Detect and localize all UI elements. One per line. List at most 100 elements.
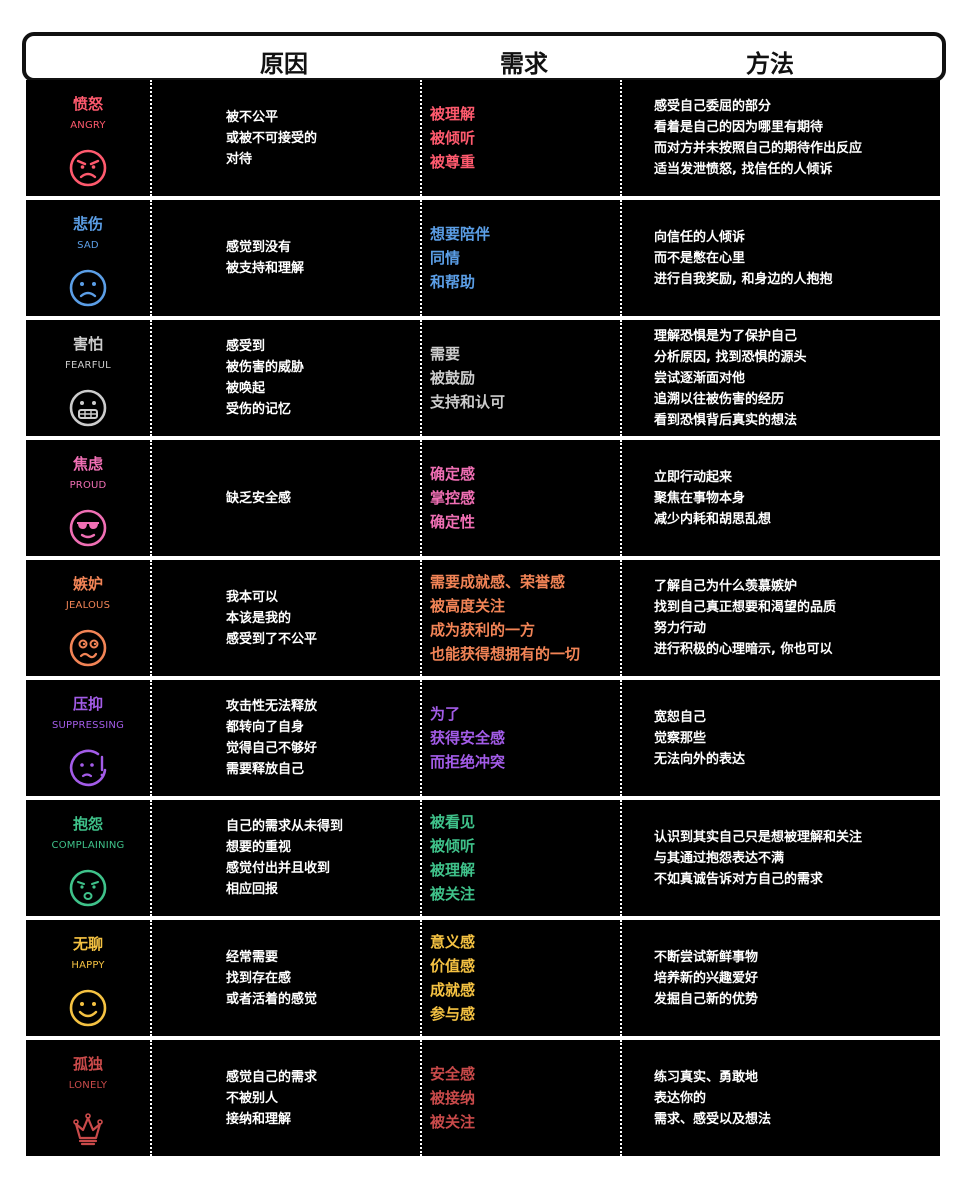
emotion-cell: 焦虑 PROUD: [26, 440, 150, 556]
need-cell-line: 想要陪伴: [430, 225, 491, 243]
need-cell: 需要成就感、荣誉感 被高度关注 成为获利的一方 也能获得想拥有的一切: [430, 560, 580, 676]
reason-cell-line: 想要的重视: [226, 840, 292, 855]
reason-cell: 我本可以 本该是我的 感受到了不公平: [226, 560, 317, 676]
reason-cell-line: 需要释放自己: [226, 762, 305, 777]
reason-cell-line: 都转向了自身: [226, 720, 305, 735]
emotion-english: SUPPRESSING: [51, 720, 125, 731]
need-cell-line: 参与感: [430, 1005, 476, 1023]
method-cell-line: 与其通过抱怨表达不满: [654, 850, 785, 866]
column-divider: [150, 320, 152, 436]
need-cell-line: 而拒绝冲突: [430, 753, 506, 771]
method-cell-line: 分析原因, 找到恐惧的源头: [654, 349, 807, 365]
method-cell-line: 了解自己为什么羡慕嫉妒: [654, 579, 798, 594]
header-method: 方法: [746, 50, 794, 78]
column-divider: [620, 800, 622, 916]
method-cell: 宽恕自己 觉察那些 无法向外的表达: [654, 680, 745, 796]
column-divider: [150, 800, 152, 916]
method-cell: 向信任的人倾诉 而不是憋在心里 进行自我奖励, 和身边的人抱抱: [654, 200, 832, 316]
method-cell: 不断尝试新鲜事物 培养新的兴趣爱好 发掘自己新的优势: [654, 920, 758, 1036]
method-cell-line: 培养新的兴趣爱好: [654, 970, 759, 986]
emotion-cell: 嫉妒 JEALOUS: [26, 560, 150, 676]
method-cell-line: 而不是憋在心里: [654, 250, 746, 266]
header-reason: 原因: [260, 50, 308, 78]
column-divider: [620, 440, 622, 556]
emotion-name: 害怕: [72, 335, 103, 353]
need-cell-line: 被倾听: [430, 129, 476, 147]
column-divider: [150, 80, 152, 196]
need-cell-line: 被理解: [430, 861, 476, 879]
method-cell-line: 不断尝试新鲜事物: [654, 949, 759, 965]
table-row: 嫉妒 JEALOUS 我本可以 本该是我的 感受到了不公平 需要成就感、荣誉感 被高度关注成…: [26, 560, 940, 676]
method-cell-line: 感受自己委屈的部分: [654, 99, 772, 114]
reason-cell-line: 攻击性无法释放: [226, 699, 318, 714]
reason-cell: 感觉到没有被支持和理解: [226, 200, 304, 316]
method-cell-line: 不如真诚告诉对方自己的需求: [654, 871, 824, 887]
table-header: 原因 需求 方法: [22, 32, 946, 82]
reason-cell-line: 感觉自己的需求: [226, 1069, 318, 1085]
column-divider: [620, 560, 622, 676]
method-cell-line: 无法向外的表达: [654, 751, 746, 767]
reason-cell-line: 被支持和理解: [226, 261, 305, 276]
reason-cell-line: 经常需要: [226, 949, 279, 965]
need-cell-line: 成就感: [430, 981, 476, 999]
column-divider: [420, 200, 422, 316]
emotion-cell: 孤独 LONELY: [26, 1040, 150, 1156]
method-cell-line: 立即行动起来: [654, 469, 733, 485]
smile-face-icon: [69, 989, 107, 1027]
method-cell: 练习真实、勇敢地 表达你的 需求、感受以及想法: [654, 1040, 771, 1156]
reason-cell-line: 感觉付出并且收到: [226, 861, 331, 876]
need-cell-line: 被理解: [430, 105, 476, 123]
emotion-english: FEARFUL: [65, 360, 111, 371]
table-row: 孤独 LONELY 感觉自己的需求 不被别人 接纳和理解 安全感 被接纳 被关注 练习真实、勇敢…: [26, 1040, 940, 1156]
table-row: 悲伤 SAD 感觉到没有 被支持和理解 想要陪伴 同情 和帮助 向信任的人倾诉 而不是憋在心里进…: [26, 200, 940, 316]
column-divider: [620, 320, 622, 436]
need-cell-line: 需要成就感、荣誉感: [430, 573, 566, 591]
header-need: 需求: [500, 50, 548, 78]
reason-cell-line: 感觉到没有: [226, 240, 292, 255]
emotion-english: COMPLAINING: [51, 840, 125, 851]
column-divider: [420, 800, 422, 916]
need-cell-line: 被尊重: [430, 153, 476, 171]
need-cell-line: 掌控感: [430, 489, 476, 507]
emotion-cell: 愤怒 ANGRY: [26, 80, 150, 196]
method-cell-line: 尝试逐渐面对他: [654, 370, 746, 386]
emotion-name: 悲伤: [72, 215, 103, 233]
need-cell-line: 被关注: [430, 885, 476, 903]
reason-cell-line: 自己的需求从未得到: [226, 819, 344, 834]
method-cell-line: 进行自我奖励, 和身边的人抱抱: [654, 271, 833, 287]
emotion-name: 孤独: [72, 1055, 103, 1073]
reason-cell-line: 接纳和理解: [226, 1111, 292, 1127]
reason-cell-line: 觉得自己不够好: [226, 741, 318, 756]
emotion-english: PROUD: [69, 480, 107, 491]
emotion-cell: 抱怨 COMPLAINING: [26, 800, 150, 916]
reason-cell: 感觉自己的需求 不被别人接纳和理解: [226, 1040, 317, 1156]
reason-cell-line: 不被别人: [226, 1090, 279, 1106]
table-row: 愤怒 ANGRY 被不公平 或被不可接受的 对待 被理解 被倾听 被尊重 感受自己委屈的部分 看着…: [26, 80, 940, 196]
need-cell-line: 也能获得想拥有的一切: [430, 645, 581, 663]
method-cell: 了解自己为什么羡慕嫉妒 找到自己真正想要和渴望的品质 努力行动 进行积极的心理暗示, …: [654, 560, 836, 676]
need-cell-line: 意义感: [430, 933, 476, 951]
reason-cell-line: 我本可以: [226, 589, 279, 605]
need-cell-line: 支持和认可: [430, 393, 506, 411]
complaining-face-icon: [69, 869, 107, 907]
need-cell: 需要 被鼓励 支持和认可: [430, 320, 505, 436]
need-cell-line: 被倾听: [430, 837, 476, 855]
need-cell: 为了 获得安全感 而拒绝冲突: [430, 680, 505, 796]
emotion-cell: 压抑 SUPPRESSING: [26, 680, 150, 796]
need-cell-line: 需要: [430, 345, 461, 363]
emotion-english: HAPPY: [71, 960, 105, 971]
table-row: 抱怨 COMPLAINING 自己的需求从未得到 想要的重视 感觉付出并且收到 相应回报被…: [26, 800, 940, 916]
reason-cell-line: 对待: [226, 151, 253, 167]
need-cell-line: 安全感: [430, 1065, 476, 1083]
method-cell: 立即行动起来 聚焦在事物本身 减少内耗和胡思乱想: [654, 440, 771, 556]
need-cell-line: 为了: [430, 705, 461, 723]
reason-cell-line: 受伤的记忆: [226, 402, 292, 417]
reason-cell-line: 感受到: [226, 339, 266, 354]
sad-face-icon: [69, 269, 107, 307]
column-divider: [620, 200, 622, 316]
need-cell-line: 被关注: [430, 1113, 476, 1131]
reason-cell: 经常需要 找到存在感 或者活着的感觉: [226, 920, 317, 1036]
reason-cell-line: 被唤起: [226, 381, 266, 396]
method-cell-line: 适当发泄愤怒, 找信任的人倾诉: [654, 162, 833, 177]
method-cell-line: 觉察那些: [654, 730, 707, 746]
